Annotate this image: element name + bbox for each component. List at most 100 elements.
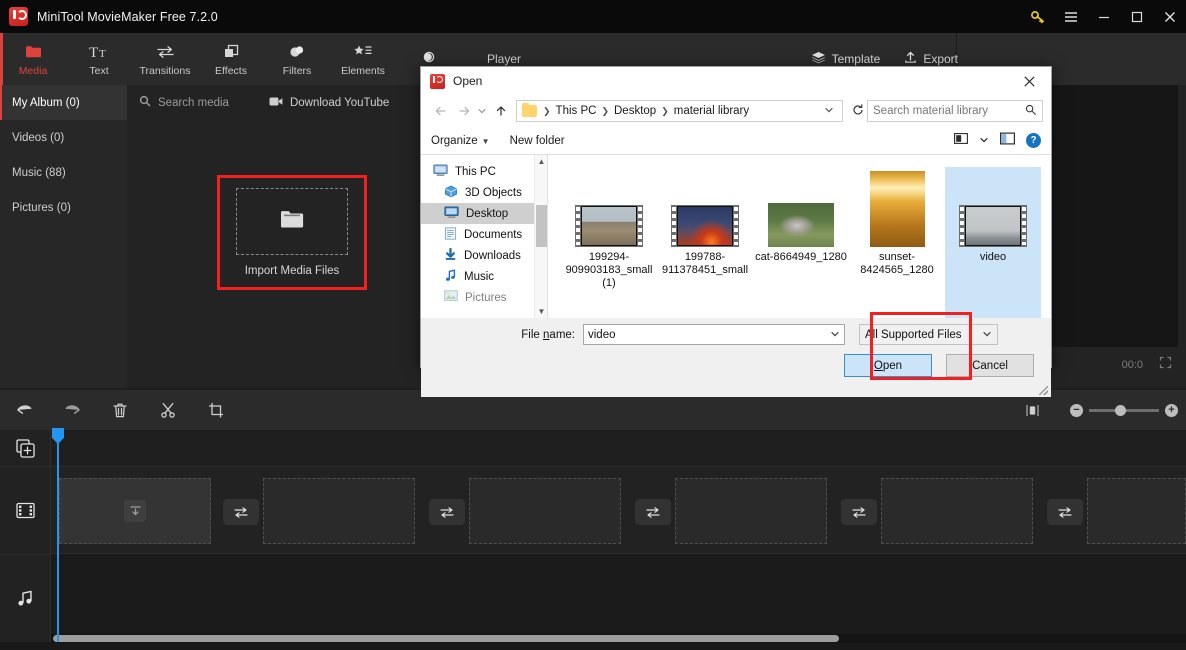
dialog-resize-grip[interactable] [1039, 386, 1048, 395]
sidebar-item-pictures[interactable]: Pictures (0) [0, 190, 127, 225]
view-dropdown-icon[interactable] [979, 132, 989, 150]
cancel-button[interactable]: Cancel [946, 354, 1034, 377]
dialog-close-button[interactable] [1007, 67, 1051, 95]
crop-button[interactable] [192, 390, 240, 430]
import-drop-zone[interactable] [236, 188, 348, 255]
scroll-down-icon[interactable]: ▼ [535, 305, 547, 318]
file-item[interactable]: cat-8664949_1280 [753, 167, 849, 318]
zoom-track[interactable] [1089, 404, 1159, 416]
timeline-video-track[interactable] [51, 466, 1186, 554]
timeline-ruler[interactable] [51, 430, 1186, 466]
forward-button[interactable] [452, 99, 475, 123]
navpane-scrollbar[interactable]: ▲ ▼ [534, 155, 547, 318]
transition-slot-button[interactable] [841, 499, 877, 525]
filetype-dropdown-icon[interactable] [982, 329, 992, 341]
organize-button[interactable]: Organize ▼ [431, 135, 490, 147]
up-button[interactable] [489, 99, 512, 123]
sidebar-item-music[interactable]: Music (88) [0, 155, 127, 190]
clip-slot[interactable] [881, 478, 1033, 544]
breadcrumb-separator: ❯ [601, 105, 609, 116]
nav-tab-media[interactable]: Media [0, 33, 66, 85]
clip-slot[interactable] [1087, 478, 1186, 544]
clip-slot[interactable] [675, 478, 827, 544]
playhead[interactable] [52, 428, 64, 642]
sidebar-item-my-album[interactable]: My Album (0) [0, 85, 127, 120]
preview-pane-icon[interactable] [1000, 132, 1016, 150]
zoom-in-button[interactable]: + [1165, 403, 1178, 417]
breadcrumb-material-library[interactable]: material library [672, 105, 751, 117]
nav-tab-filters[interactable]: Filters [264, 33, 330, 85]
clip-slot[interactable] [263, 478, 415, 544]
refresh-icon[interactable] [849, 103, 867, 119]
filename-dropdown-icon[interactable] [830, 329, 840, 341]
transition-slot-button[interactable] [1047, 499, 1083, 525]
file-list[interactable]: 199294-909903183_small (1) 199788-911378… [547, 155, 1051, 318]
template-button[interactable]: Template [811, 51, 880, 67]
change-view-icon[interactable] [954, 132, 968, 150]
split-button[interactable] [144, 390, 192, 430]
delete-button[interactable] [96, 390, 144, 430]
nav-item-music[interactable]: Music [421, 266, 547, 287]
search-input[interactable]: Search material library [867, 100, 1043, 122]
recent-locations-button[interactable] [475, 99, 489, 123]
key-icon[interactable] [1021, 0, 1054, 33]
nav-tab-text[interactable]: TT Text [66, 33, 132, 85]
import-media-files-button[interactable]: Import Media Files [220, 178, 364, 287]
nav-item-pictures[interactable]: Pictures [421, 287, 547, 308]
transition-slot-button[interactable] [635, 499, 671, 525]
timeline-scrollbar-thumb[interactable] [53, 635, 839, 642]
timeline-body[interactable] [51, 430, 1186, 642]
audio-track-icon[interactable] [0, 554, 51, 642]
zoom-knob[interactable] [1115, 404, 1126, 416]
nav-tab-elements[interactable]: Elements [330, 33, 396, 85]
address-dropdown-icon[interactable] [819, 105, 839, 117]
breadcrumb-this-pc[interactable]: This PC [554, 105, 599, 117]
nav-tab-transitions[interactable]: Transitions [132, 33, 198, 85]
menu-icon[interactable] [1054, 0, 1087, 33]
zoom-out-button[interactable]: − [1070, 403, 1083, 417]
file-item[interactable]: sunset-8424565_1280 [849, 167, 945, 318]
nav-item-this-pc[interactable]: This PC [421, 161, 547, 182]
clip-slot[interactable] [469, 478, 621, 544]
open-button[interactable]: Open [844, 354, 932, 377]
filename-input[interactable]: video [583, 324, 845, 345]
timeline-audio-track[interactable] [51, 555, 1186, 635]
transition-slot-button[interactable] [429, 499, 465, 525]
close-icon[interactable] [1153, 0, 1186, 33]
nav-tab-effects[interactable]: Effects [198, 33, 264, 85]
maximize-icon[interactable] [1120, 0, 1153, 33]
sidebar-item-videos[interactable]: Videos (0) [0, 120, 127, 155]
scroll-up-icon[interactable]: ▲ [535, 155, 547, 168]
undo-button[interactable] [0, 390, 48, 430]
new-folder-button[interactable]: New folder [510, 135, 565, 147]
chevron-down-icon: ▼ [481, 136, 490, 146]
minimize-icon[interactable] [1087, 0, 1120, 33]
download-youtube-button[interactable]: Download YouTube [269, 96, 389, 110]
zoom-slider[interactable]: − + [1070, 403, 1178, 417]
nav-item-3d-objects[interactable]: 3D Objects [421, 182, 547, 203]
file-item-selected[interactable]: video [945, 167, 1041, 318]
timeline-scrollbar[interactable] [51, 634, 1186, 643]
transition-slot-button[interactable] [223, 499, 259, 525]
add-media-icon[interactable] [0, 430, 51, 466]
address-bar[interactable]: ❯ This PC ❯ Desktop ❯ material library [516, 100, 843, 122]
search-media-input[interactable]: Search media [139, 95, 229, 110]
fullscreen-icon[interactable] [1159, 356, 1172, 374]
redo-button[interactable] [48, 390, 96, 430]
file-item[interactable]: 199294-909903183_small (1) [561, 167, 657, 318]
help-icon[interactable]: ? [1026, 133, 1041, 148]
nav-item-desktop[interactable]: Desktop [421, 203, 547, 224]
export-button[interactable]: Export [904, 51, 958, 67]
navpane-scroll-thumb[interactable] [536, 205, 547, 247]
breadcrumb-desktop[interactable]: Desktop [612, 105, 658, 117]
filetype-select[interactable]: All Supported Files [859, 324, 998, 345]
download-clip-icon[interactable] [124, 500, 146, 522]
nav-item-downloads[interactable]: Downloads [421, 245, 547, 266]
file-item[interactable]: 199788-911378451_small [657, 167, 753, 318]
clip-slot[interactable] [59, 478, 211, 544]
nav-item-documents[interactable]: Documents [421, 224, 547, 245]
back-button[interactable] [429, 99, 452, 123]
pc-icon [433, 164, 448, 180]
video-track-icon[interactable] [0, 466, 51, 554]
nav-item-label: Music [464, 270, 495, 283]
